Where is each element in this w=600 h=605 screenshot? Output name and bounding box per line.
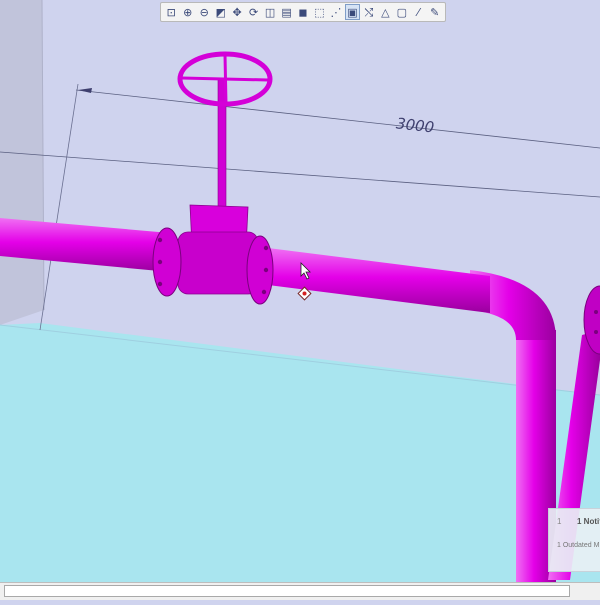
view-toolbar: ⊡ ⊕ ⊖ ◩ ✥ ⟳ ◫ ▤ ◼ ⬚ ⋰ ▣ ⤭ △ ▢ ⁄ ✎	[160, 2, 446, 22]
flange-bolt	[263, 245, 269, 251]
zoom-fit-button[interactable]: ⊡	[164, 4, 179, 20]
rotate-view-icon: ⟳	[248, 6, 259, 19]
selection-icon: ▣	[347, 6, 358, 19]
flange-bolt	[157, 237, 163, 243]
orient-icon: ◫	[264, 6, 276, 19]
message-field[interactable]	[4, 585, 570, 597]
notification-title: 1 Notif	[577, 517, 600, 526]
spin-center-button[interactable]: ⁄	[411, 4, 426, 20]
annotation-display-button[interactable]: ▢	[394, 4, 409, 20]
orient-button[interactable]: ◫	[262, 4, 277, 20]
zoom-out-icon: ⊖	[199, 6, 209, 19]
notification-subtitle: 1 Outdated M	[557, 542, 600, 549]
spin-center-icon: ⁄	[417, 6, 420, 19]
flange-bolt	[157, 259, 163, 265]
section-view-button[interactable]: ⬚	[312, 4, 327, 20]
3d-viewport[interactable]: 3000 ⊡ ⊕ ⊖ ◩ ✥ ⟳ ◫ ▤ ◼ ⬚ ⋰ ▣ ⤭ △ ▢ ⁄ ✎ 1…	[0, 0, 600, 600]
flange-bolt	[263, 267, 269, 273]
flange-bolt	[157, 281, 163, 287]
render-icon: ✎	[430, 6, 440, 19]
display-style-button[interactable]: ◼	[295, 4, 310, 20]
selection-button[interactable]: ▣	[344, 4, 361, 20]
display-style-icon: ◼	[298, 6, 308, 19]
zoom-window-button[interactable]: ◩	[213, 4, 228, 20]
annotation-display-icon: ▢	[396, 6, 407, 19]
model-canvas[interactable]: 3000	[0, 0, 600, 600]
axis-display-button[interactable]: ⤭	[361, 4, 376, 20]
valve-body	[177, 231, 259, 295]
zoom-window-icon: ◩	[215, 6, 226, 19]
flange-bolt	[261, 289, 267, 295]
zoom-in-icon: ⊕	[183, 6, 193, 19]
pan-icon: ✥	[232, 6, 242, 19]
zoom-out-button[interactable]: ⊖	[196, 4, 211, 20]
notification-popup[interactable]: 1 1 Notif 1 Outdated M	[548, 508, 600, 572]
zoom-fit-icon: ⊡	[166, 6, 176, 19]
saved-views-button[interactable]: ▤	[279, 4, 294, 20]
valve-flange-left	[152, 227, 182, 297]
zoom-in-button[interactable]: ⊕	[180, 4, 195, 20]
flange-bolt	[594, 330, 598, 334]
handwheel-spoke	[223, 54, 228, 105]
notification-count: 1	[557, 517, 562, 526]
axis-display-icon: ⤭	[364, 6, 374, 19]
csys-display-button[interactable]: △	[378, 4, 393, 20]
valve-flange-right	[246, 235, 274, 305]
flange-bolt	[594, 310, 598, 314]
wall-plane	[0, 0, 44, 325]
datum-display-icon: ⋰	[330, 6, 342, 19]
section-view-icon: ⬚	[314, 6, 325, 19]
render-button[interactable]: ✎	[427, 4, 442, 20]
pan-button[interactable]: ✥	[229, 4, 244, 20]
status-bar	[0, 582, 600, 600]
datum-display-button[interactable]: ⋰	[328, 4, 343, 20]
saved-views-icon: ▤	[281, 6, 292, 19]
csys-display-icon: △	[381, 6, 390, 19]
rotate-view-button[interactable]: ⟳	[246, 4, 261, 20]
